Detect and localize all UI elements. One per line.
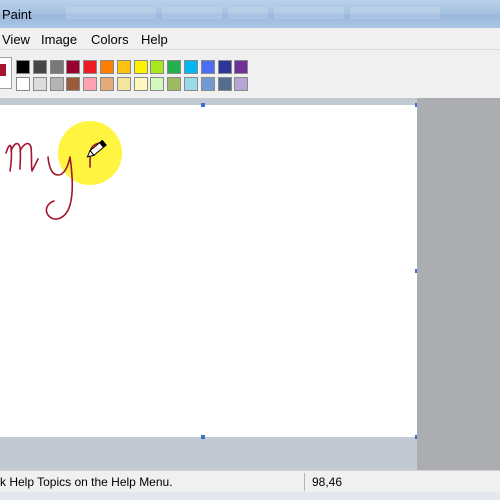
palette-swatch[interactable] bbox=[133, 60, 148, 74]
menu-colors[interactable]: Colors bbox=[91, 32, 129, 47]
foreground-color-swatch[interactable] bbox=[0, 63, 7, 77]
palette-swatch[interactable] bbox=[66, 60, 81, 74]
palette-swatch[interactable] bbox=[116, 60, 131, 74]
color-palette bbox=[16, 58, 252, 94]
cursor-coordinates: 98,46 bbox=[312, 475, 343, 489]
palette-swatch[interactable] bbox=[150, 60, 165, 74]
palette-swatch[interactable] bbox=[167, 60, 182, 74]
menu-image[interactable]: Image bbox=[41, 32, 77, 47]
resize-handle-bottom[interactable] bbox=[201, 435, 205, 439]
status-divider bbox=[304, 473, 305, 491]
palette-swatch[interactable] bbox=[167, 77, 182, 91]
bottom-edge bbox=[0, 492, 500, 500]
window-title: Paint bbox=[2, 7, 32, 22]
palette-swatch[interactable] bbox=[150, 77, 165, 91]
workspace bbox=[0, 98, 500, 470]
palette-swatch[interactable] bbox=[217, 77, 232, 91]
palette-swatch[interactable] bbox=[234, 77, 249, 91]
palette-swatch[interactable] bbox=[100, 60, 114, 74]
drawing-canvas[interactable] bbox=[0, 105, 417, 437]
palette-swatch[interactable] bbox=[200, 77, 215, 91]
palette-swatch[interactable] bbox=[32, 77, 47, 91]
handwritten-stroke bbox=[5, 142, 39, 172]
status-bar: k Help Topics on the Help Menu. 98,46 bbox=[0, 470, 500, 492]
palette-swatch[interactable] bbox=[133, 77, 148, 91]
resize-handle-top[interactable] bbox=[201, 103, 205, 107]
palette-swatch[interactable] bbox=[200, 60, 215, 74]
color-box bbox=[0, 50, 500, 98]
palette-swatch[interactable] bbox=[49, 77, 64, 91]
menu-view[interactable]: View bbox=[2, 32, 30, 47]
palette-swatch[interactable] bbox=[83, 60, 98, 74]
palette-swatch[interactable] bbox=[16, 60, 30, 74]
palette-swatch[interactable] bbox=[83, 77, 98, 91]
menu-bar: View Image Colors Help bbox=[0, 28, 500, 50]
palette-swatch[interactable] bbox=[116, 77, 131, 91]
palette-swatch[interactable] bbox=[217, 60, 232, 74]
current-colors-indicator[interactable] bbox=[0, 57, 12, 89]
palette-swatch[interactable] bbox=[184, 60, 198, 74]
menu-help[interactable]: Help bbox=[141, 32, 168, 47]
status-help-text: k Help Topics on the Help Menu. bbox=[0, 475, 173, 489]
palette-swatch[interactable] bbox=[66, 77, 81, 91]
canvas-drawing bbox=[5, 121, 122, 220]
title-bar: Paint bbox=[0, 0, 500, 28]
palette-swatch[interactable] bbox=[32, 60, 47, 74]
palette-swatch[interactable] bbox=[100, 77, 114, 91]
palette-swatch[interactable] bbox=[49, 60, 64, 74]
palette-swatch[interactable] bbox=[16, 77, 30, 91]
title-bar-background-text bbox=[66, 7, 486, 21]
palette-swatch[interactable] bbox=[234, 60, 249, 74]
workspace-gray-area bbox=[417, 98, 500, 470]
palette-swatch[interactable] bbox=[184, 77, 198, 91]
